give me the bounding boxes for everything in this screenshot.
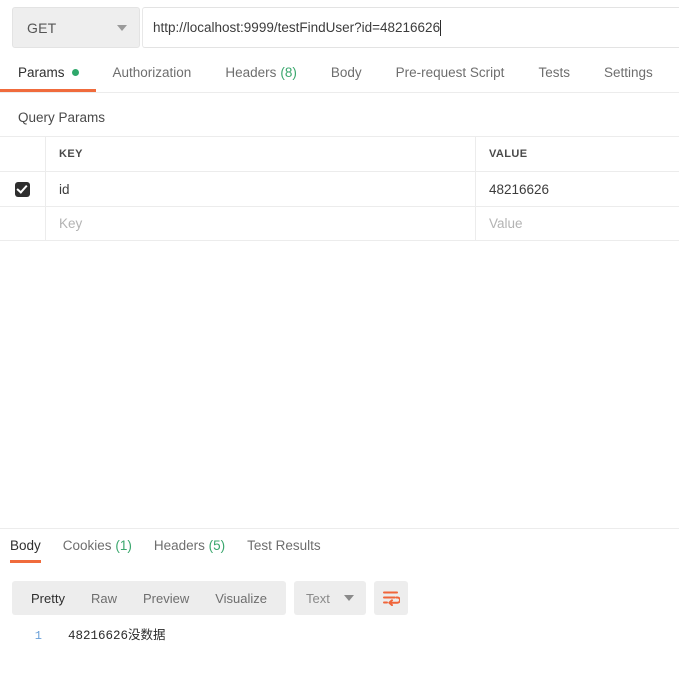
viewer-mode-raw[interactable]: Raw bbox=[78, 591, 130, 606]
row-key-cell-empty[interactable]: Key bbox=[46, 207, 476, 240]
column-header-value: VALUE bbox=[489, 148, 528, 160]
query-params-table: KEY VALUE id 48216626 Key Value bbox=[0, 136, 679, 241]
viewer-mode-visualize[interactable]: Visualize bbox=[202, 591, 280, 606]
tab-body[interactable]: Body bbox=[331, 62, 362, 80]
tab-settings-label: Settings bbox=[603, 65, 653, 80]
response-tab-body[interactable]: Body bbox=[10, 538, 41, 553]
tab-authorization[interactable]: Authorization bbox=[113, 62, 192, 80]
response-tab-headers-label: Headers bbox=[153, 538, 205, 553]
param-key-value: id bbox=[59, 181, 70, 197]
tab-params[interactable]: Params bbox=[18, 62, 79, 80]
response-tab-headers[interactable]: Headers (5) bbox=[154, 538, 225, 553]
header-cell-checkbox bbox=[0, 137, 46, 171]
tab-headers-label: Headers bbox=[225, 65, 277, 80]
param-enabled-checkbox[interactable] bbox=[15, 181, 30, 197]
response-tab-test-results-label: Test Results bbox=[247, 538, 321, 553]
table-row[interactable]: Key Value bbox=[0, 206, 679, 241]
response-tab-cookies-label: Cookies bbox=[62, 538, 112, 553]
param-value-value: 48216626 bbox=[489, 181, 550, 197]
response-body-text: 48216626没数据 bbox=[68, 629, 166, 643]
header-cell-value: VALUE bbox=[476, 137, 679, 171]
header-cell-key: KEY bbox=[46, 137, 476, 171]
request-url-bar: GET http://localhost:9999/testFindUser?i… bbox=[0, 0, 679, 56]
tab-params-label: Params bbox=[18, 65, 65, 80]
text-cursor bbox=[440, 19, 442, 36]
http-method-select[interactable]: GET bbox=[12, 7, 140, 48]
response-tabs: Body Cookies (1) Headers (5) Test Result… bbox=[10, 538, 343, 553]
chevron-down-icon bbox=[343, 595, 354, 601]
http-method-label: GET bbox=[27, 19, 57, 36]
chevron-down-icon bbox=[117, 24, 127, 31]
response-format-select[interactable]: Text bbox=[294, 581, 366, 615]
response-format-label: Text bbox=[306, 590, 330, 606]
tab-body-label: Body bbox=[330, 65, 362, 80]
tab-tests[interactable]: Tests bbox=[538, 62, 570, 80]
response-viewer-toolbar: Pretty Raw Preview Visualize Text bbox=[12, 581, 408, 615]
viewer-mode-pretty[interactable]: Pretty bbox=[18, 591, 78, 606]
response-tab-cookies[interactable]: Cookies (1) bbox=[63, 538, 132, 553]
response-tab-body-label: Body bbox=[10, 538, 41, 553]
row-key-cell[interactable]: id bbox=[46, 172, 476, 206]
active-response-tab-indicator bbox=[10, 560, 41, 563]
param-key-placeholder: Key bbox=[59, 216, 83, 231]
query-params-title: Query Params bbox=[18, 110, 106, 125]
response-tab-test-results[interactable]: Test Results bbox=[247, 538, 321, 553]
response-tab-headers-count: (5) bbox=[208, 538, 226, 553]
param-value-placeholder: Value bbox=[489, 216, 523, 231]
tab-pre-request-script[interactable]: Pre-request Script bbox=[396, 62, 505, 80]
row-value-cell-empty[interactable]: Value bbox=[476, 207, 679, 240]
tabs-divider bbox=[0, 92, 679, 93]
unsaved-dot-icon bbox=[71, 69, 79, 76]
tab-headers-count: (8) bbox=[280, 65, 297, 80]
word-wrap-icon bbox=[382, 591, 400, 606]
url-text: http://localhost:9999/testFindUser?id=48… bbox=[153, 20, 441, 35]
response-body-content: 1 48216626没数据 bbox=[0, 624, 679, 644]
response-tab-cookies-count: (1) bbox=[115, 538, 132, 553]
row-value-cell[interactable]: 48216626 bbox=[476, 172, 679, 206]
viewer-mode-group: Pretty Raw Preview Visualize bbox=[12, 581, 287, 615]
line-number: 1 bbox=[34, 629, 42, 643]
tab-authorization-label: Authorization bbox=[112, 65, 192, 80]
request-tabs: Params Authorization Headers (8) Body Pr… bbox=[0, 62, 679, 94]
word-wrap-button[interactable] bbox=[373, 581, 408, 615]
row-checkbox-cell-empty bbox=[0, 207, 46, 240]
row-checkbox-cell bbox=[0, 172, 46, 206]
viewer-mode-preview[interactable]: Preview bbox=[130, 591, 202, 606]
column-header-key: KEY bbox=[59, 148, 83, 160]
tab-tests-label: Tests bbox=[538, 65, 570, 80]
tab-headers[interactable]: Headers (8) bbox=[225, 62, 297, 80]
code-line: 1 48216626没数据 bbox=[0, 624, 679, 644]
table-row[interactable]: id 48216626 bbox=[0, 171, 679, 206]
tab-settings[interactable]: Settings bbox=[604, 62, 653, 80]
url-input[interactable]: http://localhost:9999/testFindUser?id=48… bbox=[142, 7, 679, 48]
response-pane-divider bbox=[0, 528, 679, 529]
table-header-row: KEY VALUE bbox=[0, 136, 679, 171]
tab-pre-request-script-label: Pre-request Script bbox=[395, 65, 505, 80]
